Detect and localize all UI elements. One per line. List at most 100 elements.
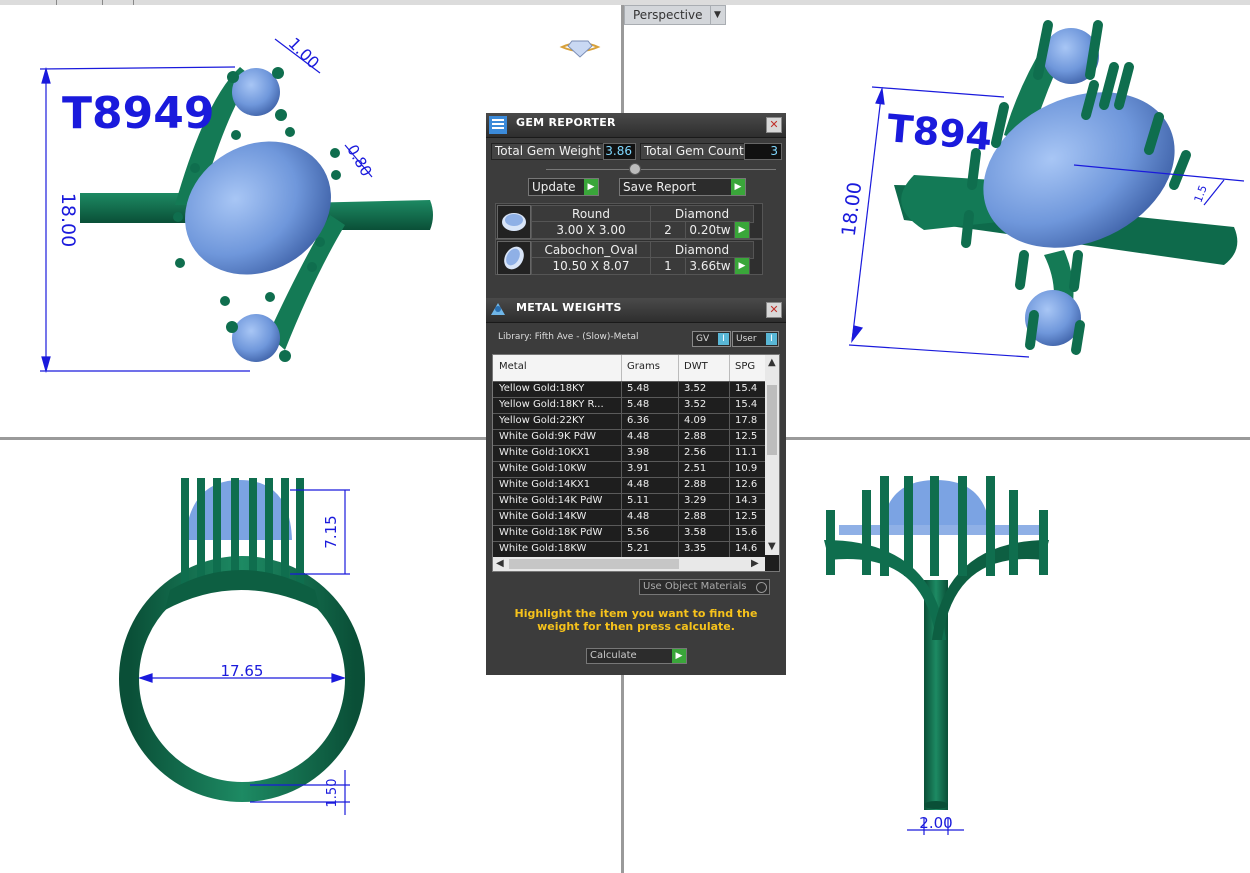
table-cell: 2.56: [684, 447, 707, 458]
update-button[interactable]: Update ▶: [528, 178, 599, 196]
calculate-label: Calculate: [590, 650, 637, 661]
collapse-handle-icon[interactable]: [629, 163, 641, 175]
chevron-down-icon[interactable]: ▼: [709, 6, 725, 24]
play-icon: ▶: [672, 649, 686, 663]
use-object-materials-label: Use Object Materials: [643, 581, 747, 592]
svg-text:7.15: 7.15: [322, 515, 340, 548]
table-row[interactable]: White Gold:10KW 3.91 2.51 10.9: [493, 461, 765, 477]
dim-inner-diameter: 17.65: [221, 662, 264, 680]
gem-row[interactable]: Cabochon_Oval Diamond 10.50 X 8.07 1 3.6…: [495, 239, 763, 275]
gem-row[interactable]: Round Diamond 3.00 X 3.00 2 0.20tw ▶: [495, 203, 763, 239]
table-cell: 3.58: [684, 527, 707, 538]
use-object-materials-toggle[interactable]: Use Object Materials: [639, 579, 770, 595]
gem-qty: 2: [650, 221, 686, 239]
scroll-left-icon[interactable]: ◀: [496, 558, 504, 569]
table-cell: 5.48: [627, 383, 650, 394]
table-cell: 2.88: [684, 431, 707, 442]
close-icon[interactable]: ✕: [766, 117, 782, 133]
gem-weight: 0.20tw: [685, 221, 735, 239]
calculate-button[interactable]: Calculate ▶: [586, 648, 687, 664]
viewport-mode-dropdown[interactable]: Perspective ▼: [624, 5, 726, 25]
radio-icon: [756, 582, 767, 593]
play-icon: ▶: [731, 179, 745, 195]
user-toggle-label: User: [736, 334, 757, 344]
gv-toggle-label: GV: [696, 334, 710, 344]
gem-report-icon: [489, 116, 507, 134]
table-cell: White Gold:14KW: [499, 511, 587, 522]
scroll-thumb[interactable]: [767, 385, 777, 455]
metal-weights-title: METAL WEIGHTS: [516, 301, 622, 314]
dim-small-gem: 1.00: [285, 34, 324, 73]
play-icon: ▶: [735, 258, 749, 274]
scroll-thumb[interactable]: [509, 559, 679, 569]
scroll-up-icon[interactable]: ▲: [768, 357, 776, 368]
gem-weight: 3.66tw: [685, 257, 735, 275]
table-row[interactable]: White Gold:18KW 5.21 3.35 14.6: [493, 541, 765, 557]
table-cell: 3.52: [684, 383, 707, 394]
table-cell: 2.51: [684, 463, 707, 474]
table-cell: 3.35: [684, 543, 707, 554]
update-label: Update: [532, 180, 576, 194]
user-toggle[interactable]: User I: [732, 331, 779, 347]
vertical-scrollbar[interactable]: ▲ ▼: [765, 355, 779, 555]
model-id-text: T8949: [62, 88, 214, 139]
dim-top-left-height: 18.00: [57, 193, 79, 247]
dim-perspective-height: 18.00: [838, 181, 866, 238]
save-report-button[interactable]: Save Report ▶: [619, 178, 746, 196]
col-grams[interactable]: Grams: [627, 361, 660, 372]
gem-reporter-title: GEM REPORTER: [516, 116, 616, 129]
table-cell: 4.09: [684, 415, 707, 426]
scroll-right-icon[interactable]: ▶: [751, 558, 759, 569]
table-cell: 6.36: [627, 415, 650, 426]
col-spg[interactable]: SPG: [735, 361, 755, 372]
gem-size: 10.50 X 8.07: [531, 257, 651, 275]
table-cell: White Gold:14KX1: [499, 479, 591, 490]
table-cell: White Gold:10KX1: [499, 447, 591, 458]
table-row[interactable]: White Gold:9K PdW 4.48 2.88 12.5: [493, 429, 765, 445]
table-row[interactable]: White Gold:14KW 4.48 2.88 12.5: [493, 509, 765, 525]
table-row[interactable]: Yellow Gold:18KY R... 5.48 3.52 15.4: [493, 397, 765, 413]
gv-toggle[interactable]: GV I: [692, 331, 731, 347]
play-icon: ▶: [584, 179, 598, 195]
scroll-down-icon[interactable]: ▼: [768, 541, 776, 552]
table-cell: 2.88: [684, 511, 707, 522]
total-count-label: Total Gem Count: [640, 143, 748, 160]
svg-text:T894: T894: [885, 106, 994, 159]
table-cell: 5.11: [627, 495, 650, 506]
total-count-value: 3: [744, 143, 782, 160]
table-cell: 3.98: [627, 447, 650, 458]
viewport-mode-label: Perspective: [633, 8, 703, 22]
horizontal-scrollbar[interactable]: ◀ ▶: [493, 557, 765, 571]
gem-reporter-titlebar[interactable]: GEM REPORTER ✕: [486, 113, 786, 138]
table-row[interactable]: Yellow Gold:18KY 5.48 3.52 15.4: [493, 381, 765, 397]
scale-icon: [491, 303, 505, 315]
round-gem-icon: [497, 205, 531, 239]
close-icon[interactable]: ✕: [766, 302, 782, 318]
table-cell: 4.48: [627, 431, 650, 442]
table-row[interactable]: White Gold:14KX1 4.48 2.88 12.6: [493, 477, 765, 493]
metal-weights-titlebar[interactable]: METAL WEIGHTS ✕: [486, 298, 786, 323]
col-dwt[interactable]: DWT: [684, 361, 708, 372]
dim-prong: 0.80: [343, 142, 375, 180]
table-cell: 5.21: [627, 543, 650, 554]
col-metal[interactable]: Metal: [499, 361, 527, 372]
play-icon: ▶: [735, 222, 749, 238]
metal-library-label: Library: Fifth Ave - (Slow)-Metal: [498, 332, 639, 342]
table-cell: Yellow Gold:18KY R...: [499, 399, 604, 410]
table-row[interactable]: White Gold:14K PdW 5.11 3.29 14.3: [493, 493, 765, 509]
table-cell: 3.52: [684, 399, 707, 410]
gem-go-button[interactable]: ▶: [734, 221, 750, 239]
table-cell: 5.48: [627, 399, 650, 410]
gem-size: 3.00 X 3.00: [531, 221, 651, 239]
gem-go-button[interactable]: ▶: [734, 257, 750, 275]
diamond-logo-icon: [559, 40, 601, 58]
table-row[interactable]: White Gold:10KX1 3.98 2.56 11.1: [493, 445, 765, 461]
metal-weights-panel: METAL WEIGHTS ✕ Library: Fifth Ave - (Sl…: [486, 298, 786, 675]
table-cell: 4.48: [627, 479, 650, 490]
table-row[interactable]: White Gold:18K PdW 5.56 3.58 15.6: [493, 525, 765, 541]
table-cell: White Gold:14K PdW: [499, 495, 603, 506]
table-cell: Yellow Gold:22KY: [499, 415, 585, 426]
table-row[interactable]: Yellow Gold:22KY 6.36 4.09 17.8: [493, 413, 765, 429]
metal-table[interactable]: Metal Grams DWT SPG Yellow Gold:18KY 5.48…: [492, 354, 780, 572]
table-cell: 3.91: [627, 463, 650, 474]
